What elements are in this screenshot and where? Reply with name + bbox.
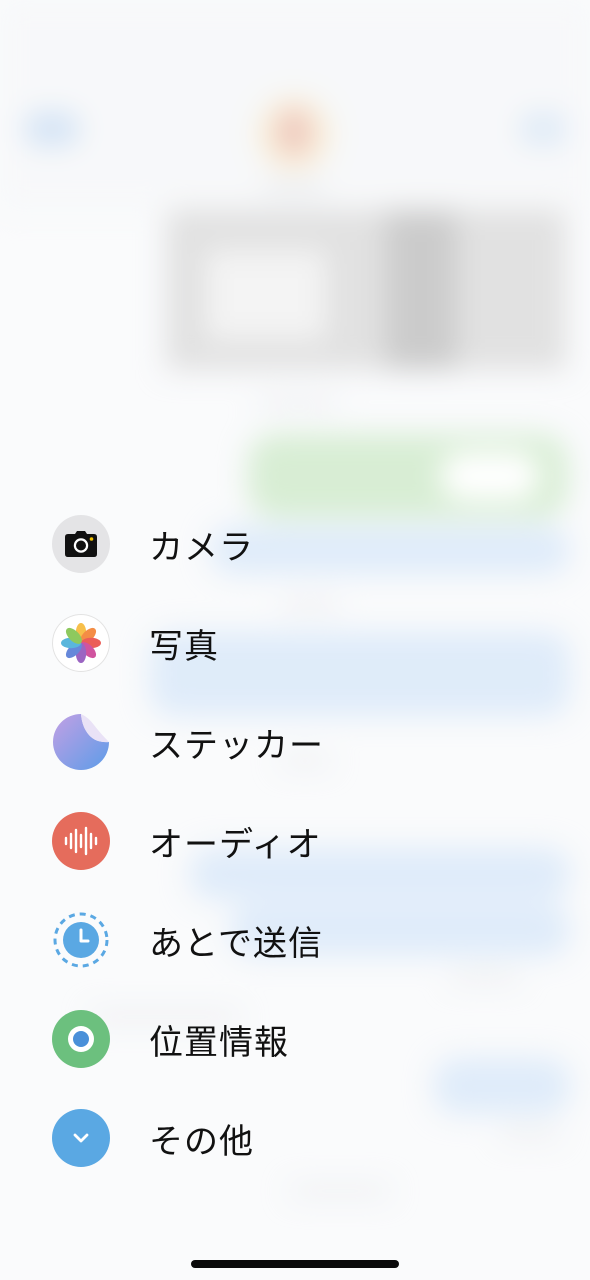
audio-waveform-icon	[52, 812, 110, 870]
clock-icon	[52, 911, 110, 969]
menu-item-label: オーディオ	[149, 824, 322, 865]
menu-item-label: ステッカー	[149, 725, 324, 766]
home-indicator[interactable]	[191, 1260, 399, 1268]
menu-item-label: 写真	[149, 626, 219, 667]
menu-item-label: あとで送信	[149, 923, 323, 964]
menu-item-photos[interactable]: 写真	[52, 613, 532, 673]
chevron-down-icon	[52, 1109, 110, 1167]
menu-item-location[interactable]: 位置情報	[52, 1009, 532, 1069]
camera-icon	[52, 515, 110, 573]
menu-item-label: 位置情報	[149, 1022, 289, 1063]
sticker-icon	[52, 713, 110, 771]
menu-item-label: その他	[149, 1121, 254, 1162]
menu-item-audio[interactable]: オーディオ	[52, 811, 532, 871]
menu-item-send-later[interactable]: あとで送信	[52, 910, 532, 970]
location-icon	[52, 1010, 110, 1068]
menu-item-camera[interactable]: カメラ	[52, 514, 532, 574]
menu-item-more[interactable]: その他	[52, 1108, 532, 1168]
menu-item-label: カメラ	[149, 527, 254, 568]
photos-icon	[52, 614, 110, 672]
menu-item-stickers[interactable]: ステッカー	[52, 712, 532, 772]
